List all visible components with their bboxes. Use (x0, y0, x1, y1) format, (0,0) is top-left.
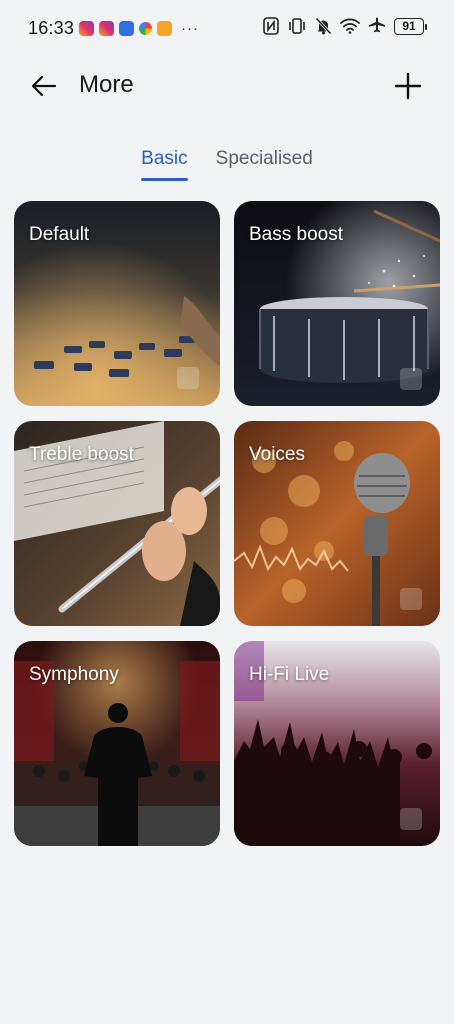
preset-label: Default (29, 224, 90, 245)
preset-label: Treble boost (29, 444, 134, 465)
tab-bar: Basic Specialised (0, 148, 454, 181)
preset-card-symphony[interactable]: Symphony (14, 641, 220, 846)
status-time: 16:33 (28, 18, 75, 38)
selection-box (400, 368, 422, 390)
preset-card-hi-fi-live[interactable]: Hi-Fi Live (234, 641, 440, 846)
plus-icon (394, 72, 422, 100)
battery-icon: 91 (394, 17, 427, 35)
tab-basic[interactable]: Basic (141, 148, 189, 181)
photos-icon (139, 22, 152, 35)
arrow-left-icon (31, 75, 57, 97)
back-button[interactable] (28, 70, 60, 102)
preset-grid: Default Bass boost Treble boost Voices S… (14, 201, 440, 846)
selection-box (400, 808, 422, 830)
nfc-icon (263, 17, 279, 35)
status-bar: 16:33 ··· 91 (0, 0, 454, 56)
preset-label: Voices (249, 444, 305, 465)
preset-label: Bass boost (249, 224, 343, 245)
preset-card-default[interactable]: Default (14, 201, 220, 406)
instagram-icon (99, 21, 114, 36)
more-notifications-icon: ··· (181, 20, 199, 37)
wifi-icon (340, 18, 360, 34)
preset-card-treble-boost[interactable]: Treble boost (14, 421, 220, 626)
page-title: More (79, 71, 134, 98)
header: More (0, 60, 454, 110)
preset-card-voices[interactable]: Voices (234, 421, 440, 626)
blue-app-icon (119, 21, 134, 36)
preset-card-bass-boost[interactable]: Bass boost (234, 201, 440, 406)
airplane-icon (369, 17, 385, 33)
preset-label: Hi-Fi Live (249, 664, 330, 685)
instagram-icon (79, 21, 94, 36)
vibrate-icon (289, 18, 305, 34)
notification-icons: ··· (79, 20, 199, 37)
preset-label: Symphony (29, 664, 119, 685)
add-button[interactable] (392, 70, 424, 102)
selection-box (400, 588, 422, 610)
system-icons: 91 (263, 17, 427, 35)
bell-off-icon (315, 17, 332, 35)
orange-app-icon (157, 21, 172, 36)
tab-specialised[interactable]: Specialised (216, 148, 313, 178)
